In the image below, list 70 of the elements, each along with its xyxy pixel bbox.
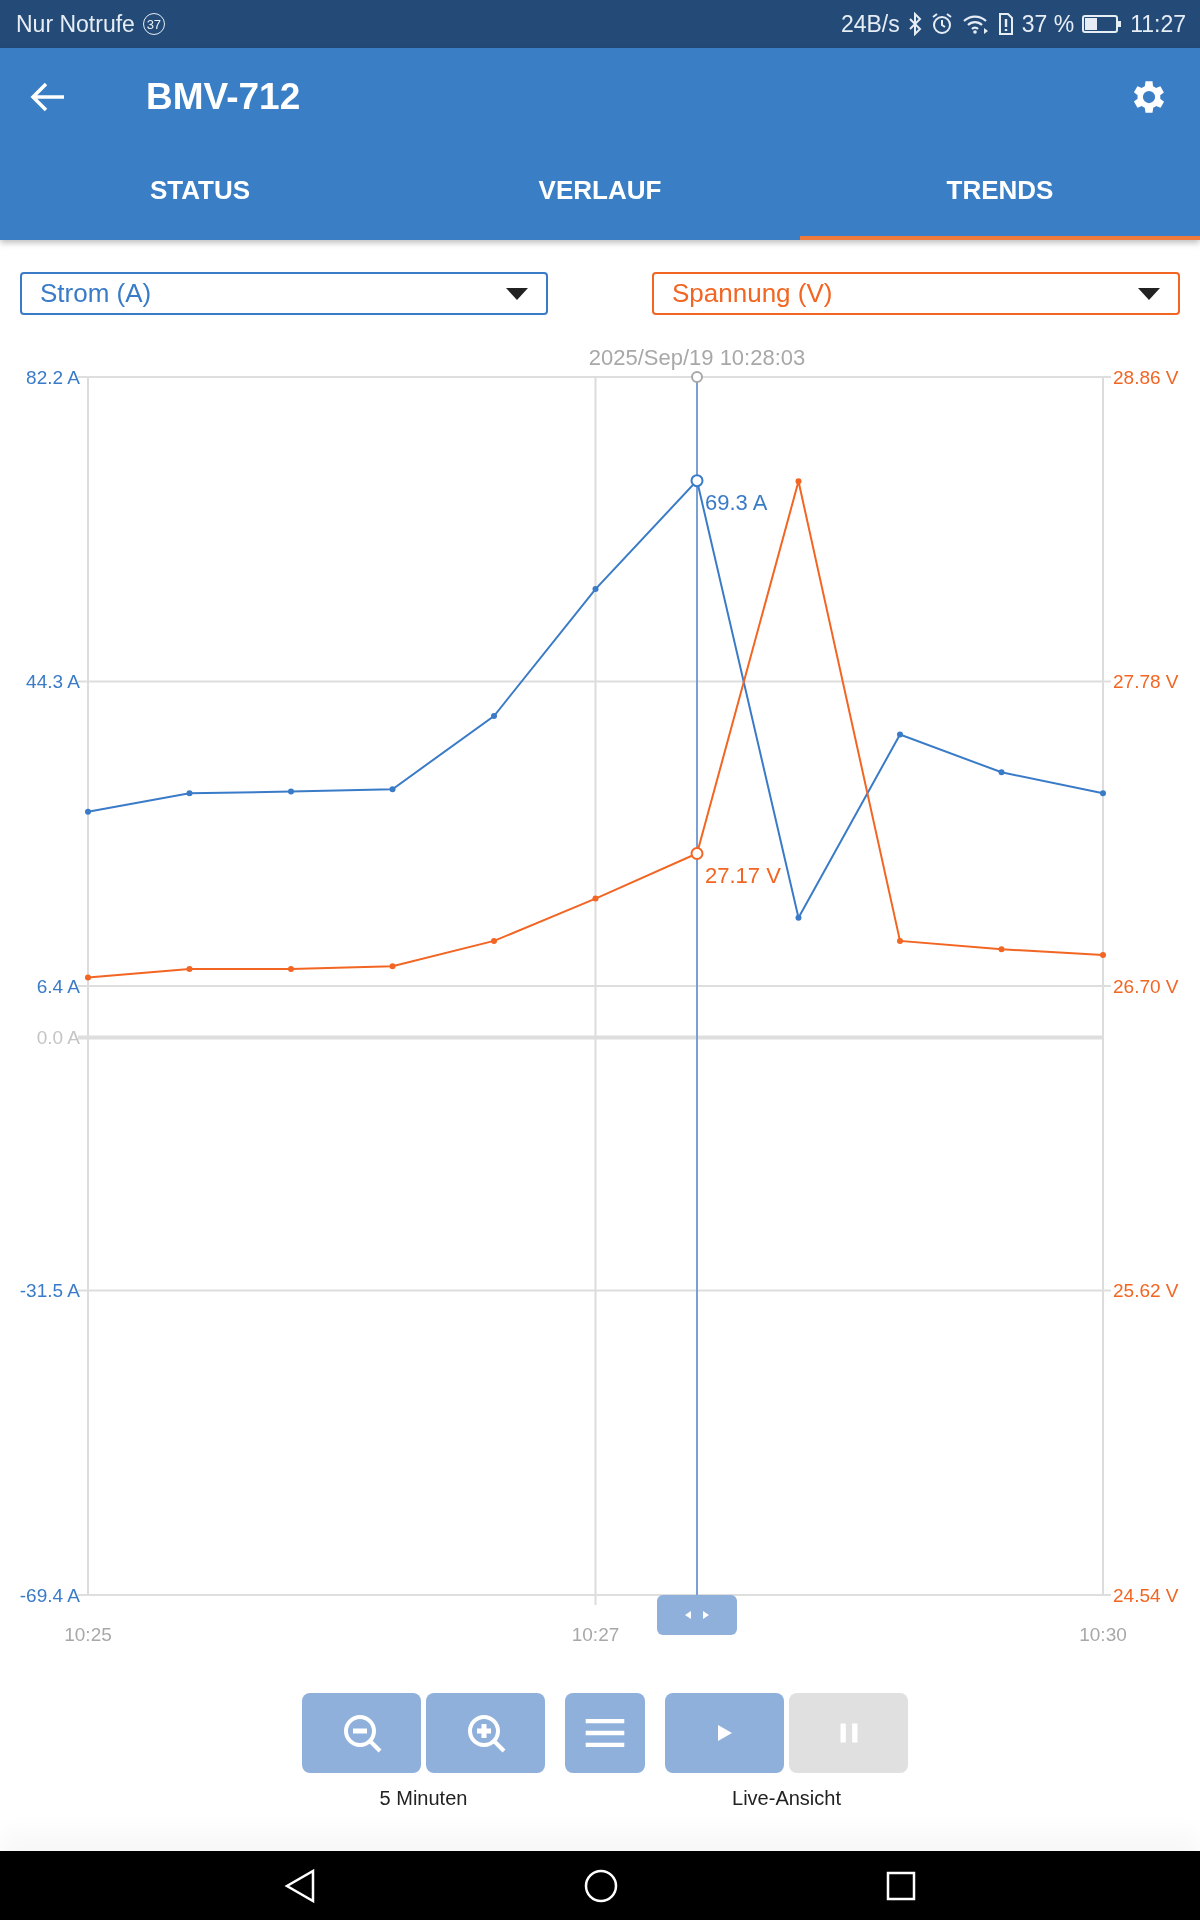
data-point	[288, 966, 294, 973]
axis-label: 10:30	[1079, 1624, 1127, 1645]
bluetooth-icon	[907, 12, 922, 36]
screen-title: BMV-712	[146, 75, 302, 118]
data-point	[897, 937, 903, 944]
data-point	[998, 946, 1005, 953]
caret-icon	[1138, 287, 1160, 300]
caret-icon	[506, 287, 528, 300]
cursor-handle[interactable]	[657, 1595, 737, 1635]
series-dropdown[interactable]: Strom (A)	[20, 272, 548, 315]
cursor-marker	[691, 371, 703, 383]
back-icon[interactable]	[284, 1868, 316, 1903]
data-point	[592, 895, 599, 902]
pause-button[interactable]	[789, 1693, 908, 1773]
tab[interactable]: VERLAUF	[400, 145, 800, 240]
axis-label: 82.2 A	[26, 366, 80, 388]
data-point	[998, 769, 1005, 776]
home-icon[interactable]	[584, 1868, 618, 1903]
battery-text: 37 %	[1021, 10, 1075, 38]
data-point	[795, 914, 802, 921]
value-readout: 69.3 A	[705, 490, 768, 516]
carrier-text: Nur Notrufe	[16, 10, 135, 38]
data-point	[186, 790, 193, 797]
sim-alert-icon	[997, 12, 1014, 36]
zoom-in-button[interactable]	[426, 1693, 545, 1773]
pause-icon	[839, 1722, 858, 1744]
cursor-point	[690, 847, 704, 860]
axis-label: -69.4 A	[19, 1584, 80, 1606]
value-readout: 27.17 V	[705, 863, 781, 888]
speed-text: 24B/s	[840, 10, 900, 38]
cursor-point	[690, 474, 704, 488]
data-point	[795, 478, 802, 485]
data-point	[389, 963, 396, 970]
data-point	[897, 731, 903, 738]
data-point	[592, 586, 599, 593]
data-point	[491, 713, 497, 720]
axis-label: 44.3 A	[26, 671, 80, 692]
play-icon	[716, 1724, 733, 1742]
data-point	[1100, 790, 1106, 797]
axis-label: 27.78 V	[1113, 671, 1179, 692]
tab[interactable]: STATUS	[0, 145, 400, 240]
tab[interactable]: TRENDS	[800, 145, 1200, 240]
data-point	[186, 966, 193, 973]
axis-label: 6.4 A	[36, 975, 80, 997]
cursor-timestamp: 2025/Sep/19 10:28:03	[588, 345, 806, 370]
data-point	[389, 786, 396, 793]
data-point	[491, 937, 497, 944]
back-arrow-icon[interactable]	[30, 80, 66, 113]
axis-label: -31.5 A	[19, 1280, 80, 1301]
axis-label: 26.70 V	[1113, 975, 1179, 997]
zoom-out-button[interactable]	[302, 1693, 421, 1773]
axis-label: 0.0 A	[36, 1026, 80, 1048]
clock-text: 11:27	[1130, 10, 1186, 38]
battery-icon	[1082, 14, 1123, 34]
series-dropdown[interactable]: Spannung (V)	[652, 272, 1180, 315]
axis-label: 10:25	[64, 1624, 112, 1645]
menu-icon	[583, 1718, 627, 1748]
axis-label: 10:27	[571, 1624, 620, 1645]
recents-icon[interactable]	[886, 1870, 916, 1901]
data-point	[85, 808, 91, 815]
axis-label: 28.86 V	[1113, 366, 1179, 388]
data-point	[1100, 952, 1106, 958]
live-view-label: Live-Ansicht	[732, 1787, 841, 1811]
data-point	[288, 788, 294, 795]
data-point	[85, 974, 91, 981]
play-button[interactable]	[665, 1693, 784, 1773]
axis-label: 24.54 V	[1113, 1584, 1179, 1606]
zoom-range-label: 5 Minuten	[379, 1787, 468, 1811]
axis-label: 25.62 V	[1113, 1280, 1179, 1301]
menu-button[interactable]	[565, 1693, 645, 1773]
